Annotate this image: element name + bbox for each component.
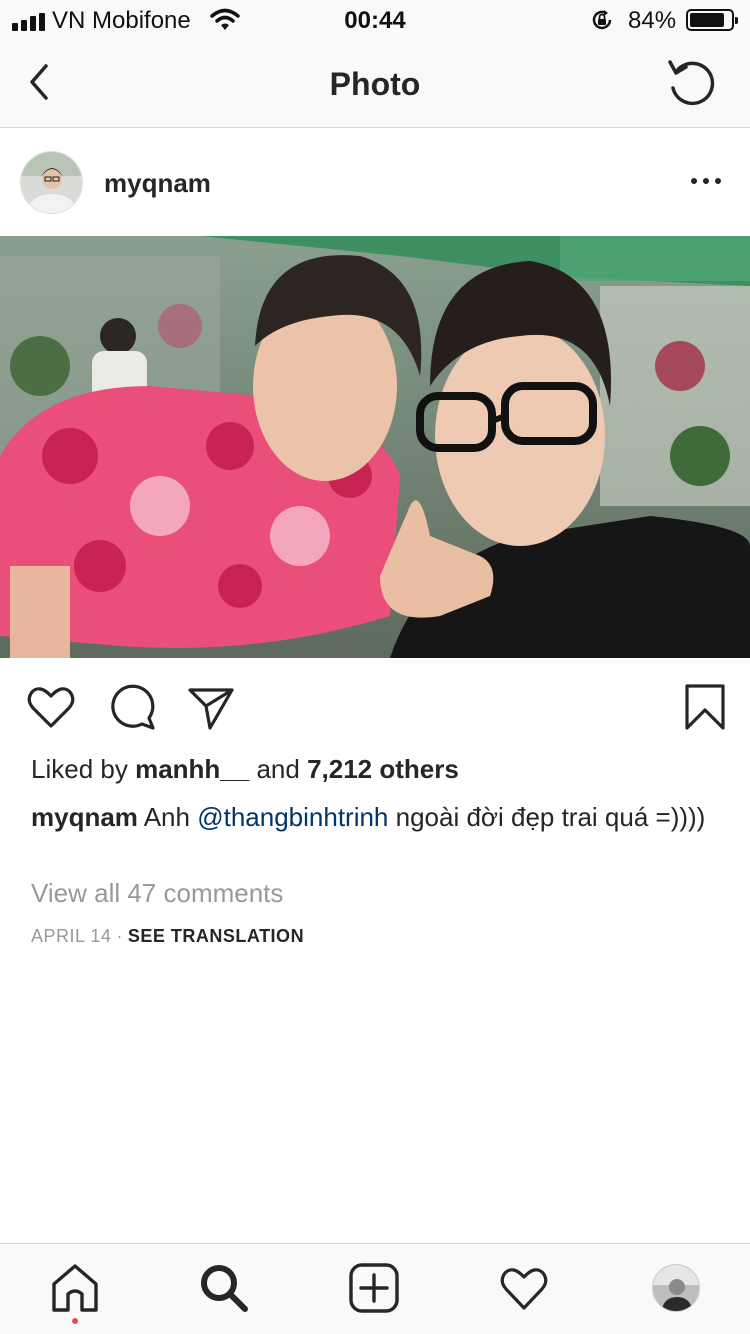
post-actions bbox=[0, 672, 750, 742]
likes-others[interactable]: 7,212 others bbox=[307, 754, 459, 784]
heart-icon[interactable] bbox=[26, 682, 76, 732]
meta-separator: · bbox=[116, 926, 123, 946]
post-photo[interactable] bbox=[0, 236, 750, 658]
likes-middle: and bbox=[249, 754, 308, 784]
caption-username[interactable]: myqnam bbox=[31, 802, 138, 832]
activity-heart-icon[interactable] bbox=[498, 1262, 550, 1314]
post-date: APRIL 14 bbox=[31, 926, 112, 946]
avatar[interactable] bbox=[20, 151, 83, 214]
orientation-lock-icon bbox=[592, 10, 612, 30]
tab-bar bbox=[0, 1243, 750, 1334]
battery-icon bbox=[686, 9, 738, 31]
see-translation-link[interactable]: SEE TRANSLATION bbox=[128, 926, 304, 946]
navigation-bar: Photo bbox=[0, 40, 750, 128]
likes-prefix: Liked by bbox=[31, 754, 136, 784]
view-comments-link[interactable]: View all 47 comments bbox=[31, 878, 283, 909]
refresh-button[interactable] bbox=[664, 58, 722, 110]
post-image bbox=[0, 236, 750, 658]
share-icon[interactable] bbox=[186, 682, 236, 732]
caption-text-before: Anh bbox=[137, 802, 198, 832]
more-options-icon[interactable] bbox=[686, 171, 726, 191]
page-title: Photo bbox=[329, 66, 421, 102]
notification-dot bbox=[72, 1318, 78, 1324]
avatar-image bbox=[21, 152, 82, 213]
post-header: myqnam bbox=[0, 129, 750, 235]
likes-summary[interactable]: Liked by manhh__ and 7,212 others bbox=[31, 754, 459, 785]
battery-percent: 84% bbox=[628, 7, 677, 34]
liker-username[interactable]: manhh__ bbox=[135, 754, 249, 784]
search-icon[interactable] bbox=[198, 1262, 250, 1314]
comment-icon[interactable] bbox=[107, 682, 157, 732]
caption-text-after: ngoài đời đẹp trai quá =)))) bbox=[388, 802, 706, 832]
caption-mention[interactable]: @thangbinhtrinh bbox=[197, 802, 388, 832]
profile-avatar[interactable] bbox=[652, 1264, 700, 1312]
post-meta: APRIL 14 · SEE TRANSLATION bbox=[31, 926, 304, 947]
home-icon[interactable] bbox=[49, 1262, 101, 1314]
bookmark-icon[interactable] bbox=[680, 682, 730, 732]
post-username[interactable]: myqnam bbox=[104, 168, 211, 199]
status-bar: VN Mobifone 00:44 84% bbox=[0, 0, 750, 40]
post-caption: myqnam Anh @thangbinhtrinh ngoài đời đẹp… bbox=[31, 800, 731, 834]
profile-avatar-image bbox=[653, 1265, 699, 1311]
add-post-icon[interactable] bbox=[348, 1262, 400, 1314]
